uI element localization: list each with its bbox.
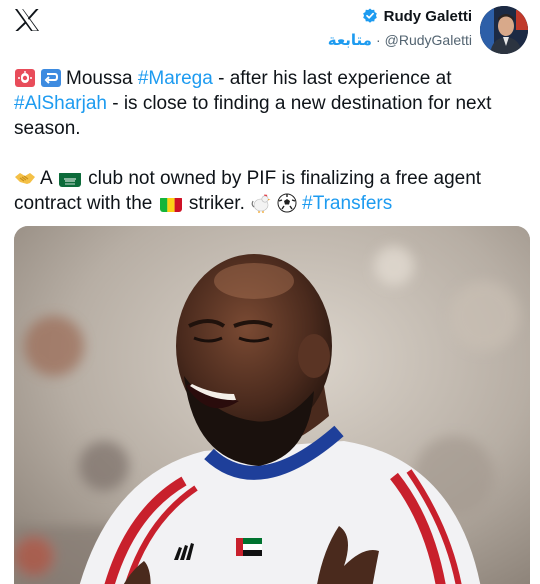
tweet-card: Rudy Galetti متابعة · @RudyGaletti Mouss…: [0, 0, 540, 584]
tweet-paragraph-1: Moussa #Marega - after his last experien…: [14, 66, 526, 141]
follow-button[interactable]: متابعة: [328, 31, 372, 49]
handshake-icon: [14, 168, 36, 188]
return-arrow-icon: [40, 68, 62, 88]
hashtag-marega[interactable]: #Marega: [138, 68, 213, 89]
rooster-icon: [250, 193, 272, 213]
hashtag-alsharjah[interactable]: #AlSharjah: [14, 93, 107, 114]
tweet-text: Moussa #Marega - after his last experien…: [14, 66, 526, 216]
hashtag-transfers[interactable]: #Transfers: [302, 193, 392, 214]
display-name[interactable]: Rudy Galetti: [384, 8, 472, 25]
tweet-text-segment: - after his last experience at: [212, 68, 452, 89]
user-handle[interactable]: @RudyGaletti: [385, 32, 472, 48]
x-logo-icon[interactable]: [14, 8, 40, 32]
verified-badge-icon: [362, 8, 378, 24]
rotating-light-icon: [14, 68, 36, 88]
tweet-text-segment: A: [40, 168, 57, 189]
soccer-ball-icon: [276, 193, 298, 213]
mali-flag-icon: [159, 196, 182, 212]
avatar[interactable]: [480, 6, 528, 54]
tweet-text-segment: striker.: [183, 193, 251, 214]
tweet-text-segment: Moussa: [66, 68, 138, 89]
tweet-media-image[interactable]: [14, 226, 530, 584]
author-block: Rudy Galetti متابعة · @RudyGaletti: [328, 6, 528, 54]
separator-dot: ·: [375, 32, 381, 48]
tweet-paragraph-2: A club not owned by PIF is finalizing a …: [14, 166, 526, 216]
saudi-arabia-flag-icon: [58, 171, 81, 187]
